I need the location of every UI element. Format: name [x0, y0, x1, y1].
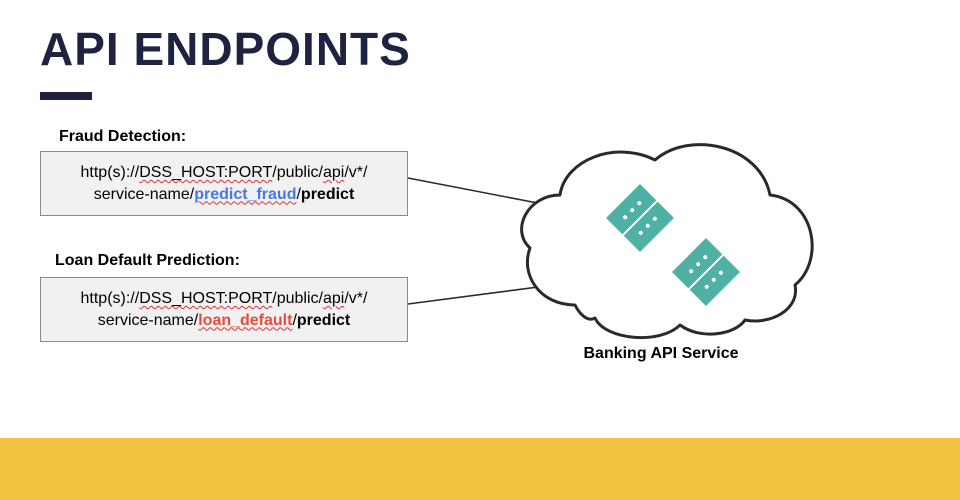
- footer-bar: [0, 438, 960, 500]
- loan-url-prefix: http(s)://: [81, 290, 140, 307]
- fraud-path1: /public/: [272, 164, 323, 181]
- fraud-endpoint-box: http(s)://DSS_HOST:PORT/public/api/v*/ s…: [40, 151, 408, 216]
- fraud-label: Fraud Detection:: [59, 128, 186, 146]
- fraud-host: DSS_HOST:PORT: [139, 164, 272, 181]
- loan-line2-prefix: service-name/: [98, 312, 198, 329]
- loan-action: predict: [297, 312, 350, 329]
- fraud-line2-prefix: service-name/: [94, 186, 194, 203]
- fraud-action: predict: [301, 186, 354, 203]
- loan-path2: /v*/: [344, 290, 367, 307]
- loan-keyword: loan_default: [198, 312, 292, 329]
- chip-icon-2: [672, 238, 740, 306]
- loan-endpoint-box: http(s)://DSS_HOST:PORT/public/api/v*/ s…: [40, 277, 408, 342]
- slide-title: API ENDPOINTS: [40, 22, 411, 76]
- title-underline: [40, 92, 92, 100]
- fraud-url-prefix: http(s)://: [81, 164, 140, 181]
- loan-label: Loan Default Prediction:: [55, 252, 240, 270]
- fraud-path2: /v*/: [344, 164, 367, 181]
- cloud-label: Banking API Service: [551, 345, 771, 363]
- cloud-icon: [522, 145, 813, 338]
- loan-path1: /public/: [272, 290, 323, 307]
- fraud-keyword: predict_fraud: [194, 186, 296, 203]
- chip-icon-1: [606, 184, 674, 252]
- fraud-api: api: [323, 164, 344, 181]
- loan-api: api: [323, 290, 344, 307]
- loan-host: DSS_HOST:PORT: [139, 290, 272, 307]
